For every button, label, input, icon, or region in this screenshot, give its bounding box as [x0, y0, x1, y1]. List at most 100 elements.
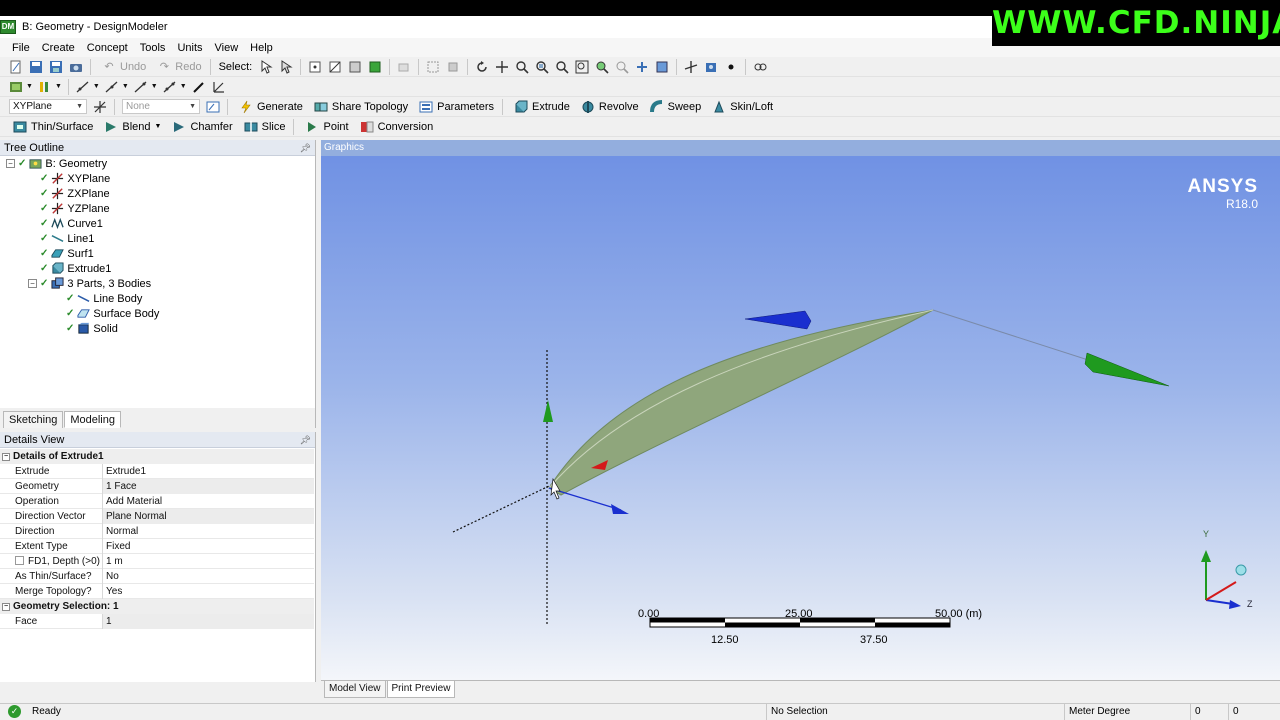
details-value[interactable]: Normal	[103, 524, 314, 539]
menu-create[interactable]: Create	[36, 42, 81, 54]
menu-file[interactable]: File	[6, 42, 36, 54]
details-row-geometry[interactable]: Geometry 1 Face	[0, 478, 314, 494]
box-select-icon[interactable]	[425, 59, 441, 75]
tree-item-zxplane[interactable]: ✓ ZXPlane	[40, 186, 110, 201]
details-group[interactable]: − Details of Extrude1	[0, 449, 314, 464]
details-value[interactable]: Add Material	[103, 494, 314, 509]
pin-icon[interactable]: 📌︎	[300, 140, 311, 156]
details-row-depth[interactable]: FD1, Depth (>0) 1 m	[0, 553, 314, 569]
collapse-icon[interactable]: −	[6, 159, 15, 168]
zoom-all-icon[interactable]	[574, 59, 590, 75]
details-row-face[interactable]: Face 1	[0, 613, 314, 629]
edge-tool-3-icon[interactable]	[133, 79, 149, 95]
tree-item-solid[interactable]: ✓ Solid	[66, 321, 118, 336]
triad-icon[interactable]	[683, 59, 699, 75]
zoom-icon[interactable]	[514, 59, 530, 75]
collapse-icon[interactable]: −	[2, 602, 10, 611]
hide-icon[interactable]	[445, 59, 461, 75]
tree-item-line1[interactable]: ✓ Line1	[40, 231, 94, 246]
extend-selection-icon[interactable]	[396, 59, 412, 75]
save-as-icon[interactable]	[48, 59, 64, 75]
display-point-icon[interactable]	[723, 59, 739, 75]
extrude-button[interactable]: Extrude	[511, 99, 570, 115]
details-row-merge-topology[interactable]: Merge Topology? Yes	[0, 583, 314, 599]
edge-tool-2-icon[interactable]	[104, 79, 120, 95]
zoom-box-icon[interactable]	[534, 59, 550, 75]
pin-icon[interactable]: 📌︎	[300, 432, 311, 448]
wand-icon[interactable]	[191, 79, 207, 95]
tab-model-view[interactable]: Model View	[324, 681, 386, 698]
previous-view-icon[interactable]	[614, 59, 630, 75]
details-row-direction-vector[interactable]: Direction Vector Plane Normal	[0, 508, 314, 524]
new-icon[interactable]	[8, 59, 24, 75]
point-button[interactable]: Point	[302, 119, 349, 135]
graphics-viewport[interactable]: Graphics ANSYS R18.0 0.00 25.00 50.00 (m…	[321, 140, 1280, 680]
details-value[interactable]: Fixed	[103, 539, 314, 554]
screenshot-icon[interactable]	[68, 59, 84, 75]
parameters-button[interactable]: Parameters	[416, 99, 494, 115]
new-sketch-icon[interactable]	[205, 99, 221, 115]
tree-item-yzplane[interactable]: ✓ YZPlane	[40, 201, 110, 216]
plane-select[interactable]: XYPlane ▼	[9, 99, 87, 114]
display-model-icon[interactable]	[703, 59, 719, 75]
tab-modeling[interactable]: Modeling	[64, 411, 121, 428]
select-mode-icon[interactable]	[258, 59, 274, 75]
tab-print-preview[interactable]: Print Preview	[386, 681, 456, 698]
generate-button[interactable]: Generate	[236, 99, 303, 115]
direction-icon[interactable]	[211, 79, 227, 95]
collapse-icon[interactable]: −	[2, 452, 10, 461]
blend-button[interactable]: Blend ▼	[101, 119, 161, 135]
next-view-icon[interactable]	[634, 59, 650, 75]
details-value[interactable]: Yes	[103, 584, 314, 599]
revolve-button[interactable]: Revolve	[578, 99, 639, 115]
details-row-extent-type[interactable]: Extent Type Fixed	[0, 538, 314, 554]
sketch-select[interactable]: None ▼	[122, 99, 200, 114]
menu-tools[interactable]: Tools	[134, 42, 172, 54]
tree-item-extrude1[interactable]: ✓ Extrude1	[40, 261, 111, 276]
details-value[interactable]: 1 m	[103, 554, 314, 569]
select-bodies-icon[interactable]	[367, 59, 383, 75]
details-value[interactable]: No	[103, 569, 314, 584]
thin-surface-button[interactable]: Thin/Surface	[10, 119, 93, 135]
rotate-icon[interactable]	[474, 59, 490, 75]
tree-item-surface-body[interactable]: ✓ Surface Body	[66, 306, 159, 321]
select-faces-icon[interactable]	[347, 59, 363, 75]
skin-loft-button[interactable]: Skin/Loft	[709, 99, 773, 115]
tree-root[interactable]: − ✓ B: Geometry	[6, 156, 107, 171]
slice-button[interactable]: Slice	[241, 119, 285, 135]
look-at-icon[interactable]	[752, 59, 768, 75]
3d-scene[interactable]	[321, 140, 1280, 680]
edge-tool-4-icon[interactable]	[162, 79, 178, 95]
details-group[interactable]: − Geometry Selection: 1	[0, 599, 314, 614]
details-row-as-thin[interactable]: As Thin/Surface? No	[0, 568, 314, 584]
redo-button[interactable]: ↷ Redo	[154, 59, 202, 75]
tree-item-surf1[interactable]: ✓ Surf1	[40, 246, 94, 261]
menu-units[interactable]: Units	[171, 42, 208, 54]
menu-view[interactable]: View	[209, 42, 245, 54]
details-value[interactable]: 1 Face	[103, 478, 314, 494]
new-plane-icon[interactable]	[92, 99, 108, 115]
save-icon[interactable]	[28, 59, 44, 75]
details-row-operation[interactable]: Operation Add Material	[0, 493, 314, 509]
tree-item-parts[interactable]: − ✓ 3 Parts, 3 Bodies	[28, 276, 151, 291]
magnifier-icon[interactable]	[594, 59, 610, 75]
tree-item-line-body[interactable]: ✓ Line Body	[66, 291, 142, 306]
zoom-fit-icon[interactable]	[554, 59, 570, 75]
pan-icon[interactable]	[494, 59, 510, 75]
select-points-icon[interactable]	[307, 59, 323, 75]
details-value[interactable]: Plane Normal	[103, 508, 314, 524]
conversion-button[interactable]: Conversion	[357, 119, 433, 135]
collapse-icon[interactable]: −	[28, 279, 37, 288]
tree-item-xyplane[interactable]: ✓ XYPlane	[40, 171, 110, 186]
undo-button[interactable]: ↶ Undo	[99, 59, 146, 75]
details-row-direction[interactable]: Direction Normal	[0, 523, 314, 539]
menu-concept[interactable]: Concept	[81, 42, 134, 54]
blue-direction-arrow[interactable]	[744, 310, 812, 330]
tab-sketching[interactable]: Sketching	[3, 411, 64, 428]
select-edges-icon[interactable]	[327, 59, 343, 75]
triad-iso-ball[interactable]	[1235, 564, 1247, 576]
graphics-options-icon[interactable]	[8, 79, 24, 95]
sweep-button[interactable]: Sweep	[647, 99, 701, 115]
details-row-extrude[interactable]: Extrude Extrude1	[0, 463, 314, 479]
airfoil-body[interactable]	[548, 309, 934, 496]
